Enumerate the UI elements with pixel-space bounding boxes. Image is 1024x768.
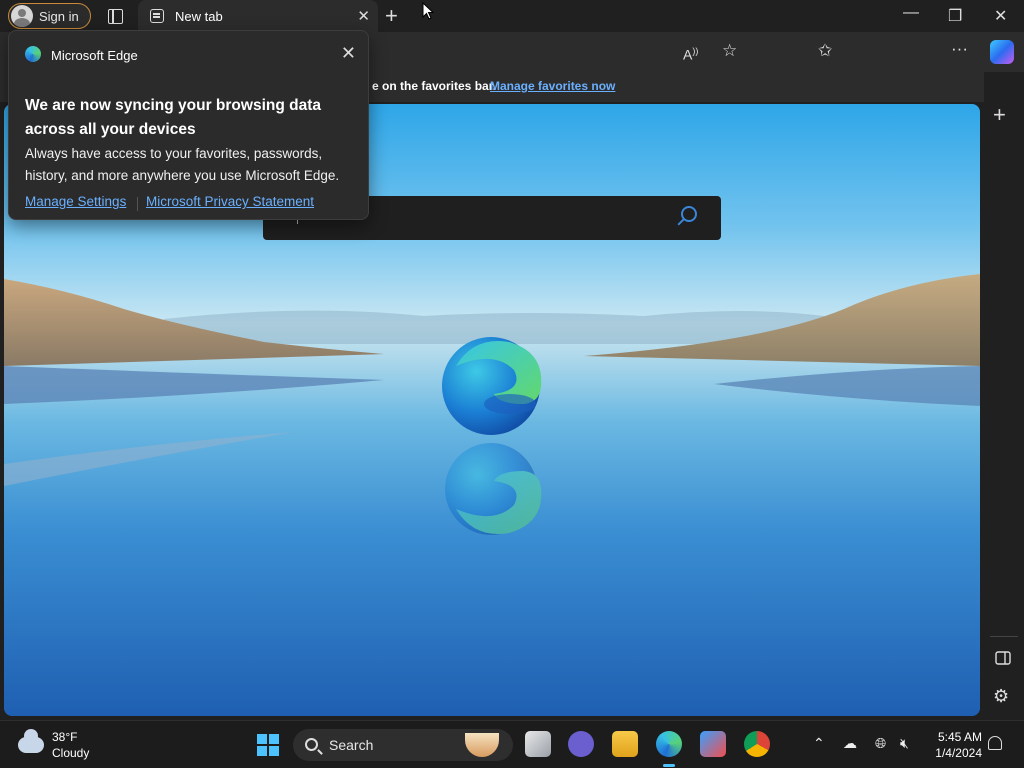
title-bar: Sign in New tab ✕ + — ❐ ✕ <box>0 0 1024 32</box>
settings-gear-icon[interactable]: ⚙ <box>993 686 1009 707</box>
taskbar-search[interactable]: Search <box>293 729 513 761</box>
mouse-cursor-icon <box>422 2 434 20</box>
close-tab-icon[interactable]: ✕ <box>357 7 370 25</box>
close-icon[interactable]: ✕ <box>994 6 1007 26</box>
sign-in-label: Sign in <box>39 8 79 24</box>
weather-desc: Cloudy <box>52 746 90 760</box>
clock-time: 5:45 AM <box>937 730 982 744</box>
tab-new-tab[interactable]: New tab ✕ <box>138 0 378 32</box>
search-icon <box>305 738 318 751</box>
popup-heading: We are now syncing your browsing data ac… <box>25 97 321 138</box>
teams-chat-icon[interactable] <box>568 731 594 757</box>
profile-avatar-icon <box>11 5 33 27</box>
edge-sidebar: + ⚙ <box>984 72 1024 720</box>
privacy-statement-link[interactable]: Microsoft Privacy Statement <box>146 194 314 209</box>
minimize-icon[interactable]: — <box>903 4 919 22</box>
clock-date: 1/4/2024 <box>935 746 982 760</box>
manage-settings-link[interactable]: Manage Settings <box>25 194 126 209</box>
task-view-icon[interactable] <box>525 731 551 757</box>
edge-logo-icon <box>442 337 542 435</box>
maximize-icon[interactable]: ❐ <box>948 6 962 26</box>
link-separator <box>137 197 138 211</box>
chrome-icon[interactable] <box>744 731 770 757</box>
taskbar-search-label: Search <box>329 737 374 753</box>
sign-in-button[interactable]: Sign in <box>8 3 91 29</box>
new-tab-page-icon <box>150 9 164 23</box>
search-icon[interactable] <box>681 206 697 222</box>
favorites-icon[interactable]: ✩ <box>818 41 832 61</box>
more-icon[interactable]: ··· <box>951 39 968 59</box>
onedrive-icon[interactable]: ☁ <box>843 735 857 752</box>
manage-favorites-link[interactable]: Manage favorites now <box>490 79 615 93</box>
show-hidden-icons-icon[interactable]: ⌃ <box>813 735 825 752</box>
cloud-icon <box>18 729 44 753</box>
close-popup-icon[interactable]: ✕ <box>341 43 356 64</box>
tab-title: New tab <box>175 8 223 24</box>
edge-icon <box>25 46 41 62</box>
weather-temp: 38°F <box>52 730 78 744</box>
tab-actions-icon[interactable] <box>104 6 126 26</box>
popup-body: Always have access to your favorites, pa… <box>25 146 340 183</box>
search-highlight-icon <box>465 733 499 757</box>
read-aloud-icon[interactable]: A)) <box>683 41 698 65</box>
taskbar: 38°F Cloudy Search ⌃ ☁ 🌐︎ 🔇︎ 5:45 AM 1/4… <box>0 720 1024 768</box>
new-tab-icon[interactable]: + <box>385 3 398 29</box>
weather-widget[interactable]: 38°F Cloudy <box>18 729 89 761</box>
edge-logo-reflection <box>445 443 542 535</box>
edge-window: Sign in New tab ✕ + — ❐ ✕ A)) ☆ ✩ ··· e … <box>0 0 1024 768</box>
sidebar-toggle-icon[interactable] <box>995 651 1011 665</box>
sync-notification-popup: Microsoft Edge ✕ We are now syncing your… <box>8 30 369 220</box>
favorite-star-icon[interactable]: ☆ <box>722 41 737 61</box>
edge-taskbar-icon[interactable] <box>656 731 682 767</box>
sidebar-divider <box>990 636 1018 637</box>
start-button[interactable] <box>257 734 279 756</box>
network-icon[interactable]: 🌐︎ <box>875 735 886 752</box>
notification-bell-icon[interactable] <box>988 736 1002 750</box>
store-icon[interactable] <box>700 731 726 757</box>
popup-header: Microsoft Edge <box>51 48 138 63</box>
add-sidebar-app-icon[interactable]: + <box>993 102 1006 128</box>
volume-muted-icon[interactable]: 🔇︎ <box>900 735 909 752</box>
copilot-icon[interactable] <box>990 40 1014 64</box>
file-explorer-icon[interactable] <box>612 731 638 757</box>
favorites-bar-text: e on the favorites bar. <box>372 79 497 93</box>
system-clock[interactable]: 5:45 AM 1/4/2024 <box>930 729 982 761</box>
